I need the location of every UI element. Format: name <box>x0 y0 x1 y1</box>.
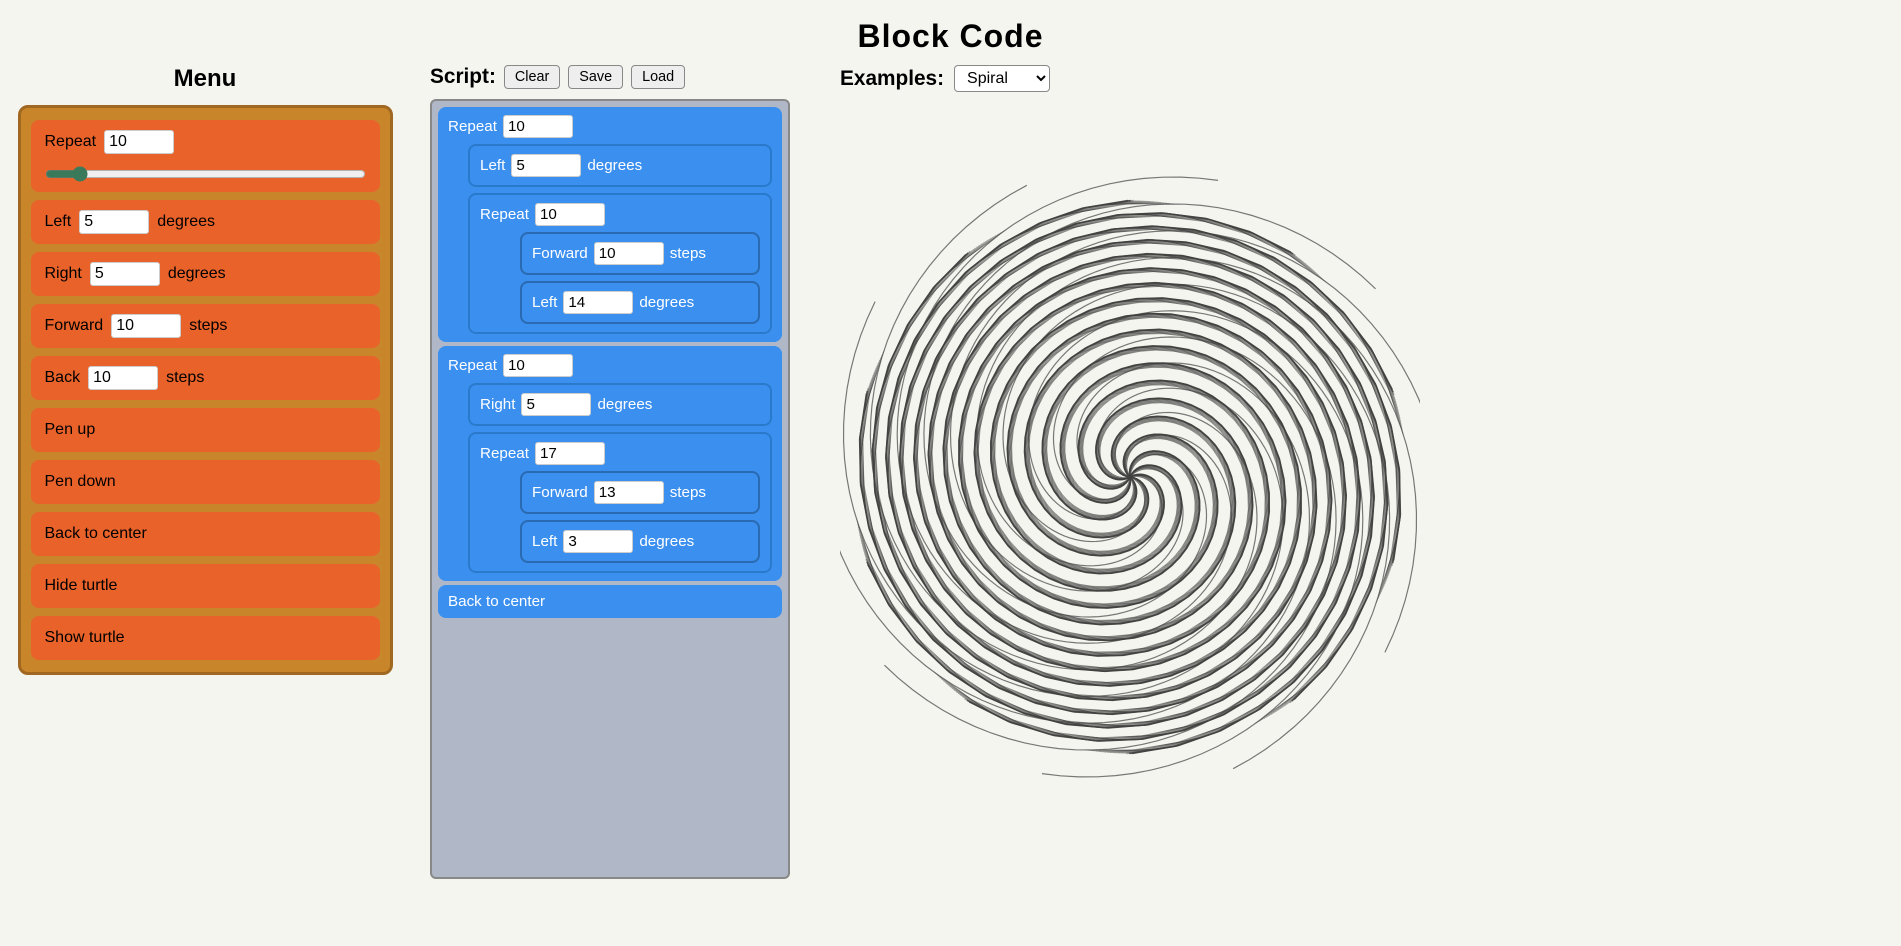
script-heading: Script: <box>430 65 496 89</box>
menu-repeat-slider[interactable] <box>45 166 366 182</box>
script-block-repeat-2: Repeat Forward steps Left <box>468 193 772 334</box>
menu-item-showturtle[interactable]: Show turtle <box>31 616 380 660</box>
script-block-repeat-1: Repeat Left degrees Repeat <box>438 107 782 342</box>
script-block-repeat-3: Repeat Right degrees Repeat <box>438 346 782 581</box>
menu-left-label: Left <box>45 213 72 231</box>
menu-pendown-label: Pen down <box>45 473 116 491</box>
menu-repeat-input[interactable] <box>104 130 174 154</box>
block-forward-2-unit: steps <box>670 484 706 501</box>
block-repeat-2-input[interactable] <box>535 203 605 226</box>
menu-right-label: Right <box>45 265 82 283</box>
menu-item-back[interactable]: Back steps <box>31 356 380 400</box>
canvas-area <box>840 102 1420 852</box>
block-right-1-input[interactable] <box>521 393 591 416</box>
block-repeat-1-label: Repeat <box>448 118 497 135</box>
examples-header: Examples: Spiral Square Triangle Star Cu… <box>840 65 1050 92</box>
block-left-1-input[interactable] <box>511 154 581 177</box>
menu-repeat-label: Repeat <box>45 133 97 151</box>
menu-forward-unit: steps <box>189 317 227 335</box>
menu-back-label: Back <box>45 369 81 387</box>
block-repeat-1-input[interactable] <box>503 115 573 138</box>
block-repeat-3-label: Repeat <box>448 357 497 374</box>
block-left-3-input[interactable] <box>563 530 633 553</box>
script-block-left-2: Left degrees <box>520 281 760 324</box>
block-repeat-2-label: Repeat <box>480 206 529 223</box>
block-left-3-label: Left <box>532 533 557 550</box>
menu-item-right[interactable]: Right degrees <box>31 252 380 296</box>
script-block-left-3: Left degrees <box>520 520 760 563</box>
block-repeat-3-input[interactable] <box>503 354 573 377</box>
spiral-visualization <box>840 102 1420 852</box>
script-block-forward-1: Forward steps <box>520 232 760 275</box>
menu-forward-input[interactable] <box>111 314 181 338</box>
load-button[interactable]: Load <box>631 65 685 89</box>
menu-panel: Menu Repeat Left degrees Right degrees <box>10 65 400 675</box>
menu-item-forward[interactable]: Forward steps <box>31 304 380 348</box>
block-repeat-4-label: Repeat <box>480 445 529 462</box>
menu-right-input[interactable] <box>90 262 160 286</box>
block-repeat-4-input[interactable] <box>535 442 605 465</box>
script-block-backtocenter[interactable]: Back to center <box>438 585 782 618</box>
menu-showturtle-label: Show turtle <box>45 629 125 647</box>
menu-item-left[interactable]: Left degrees <box>31 200 380 244</box>
block-forward-1-input[interactable] <box>594 242 664 265</box>
script-block-forward-2: Forward steps <box>520 471 760 514</box>
menu-backtocenter-label: Back to center <box>45 525 147 543</box>
examples-select[interactable]: Spiral Square Triangle Star Custom <box>954 65 1050 92</box>
script-block-left-1: Left degrees <box>468 144 772 187</box>
backtocenter-label: Back to center <box>448 593 772 610</box>
page-title: Block Code <box>0 0 1901 65</box>
menu-item-hideturtle[interactable]: Hide turtle <box>31 564 380 608</box>
script-panel: Script: Clear Save Load Repeat Left degr… <box>430 65 810 879</box>
block-left-2-label: Left <box>532 294 557 311</box>
block-left-1-label: Left <box>480 157 505 174</box>
menu-box: Repeat Left degrees Right degrees Forwar… <box>18 105 393 675</box>
menu-item-repeat[interactable]: Repeat <box>31 120 380 192</box>
block-forward-1-unit: steps <box>670 245 706 262</box>
menu-item-penup[interactable]: Pen up <box>31 408 380 452</box>
block-forward-1-label: Forward <box>532 245 588 262</box>
menu-item-backtocenter[interactable]: Back to center <box>31 512 380 556</box>
menu-forward-label: Forward <box>45 317 104 335</box>
menu-penup-label: Pen up <box>45 421 96 439</box>
menu-item-pendown[interactable]: Pen down <box>31 460 380 504</box>
save-button[interactable]: Save <box>568 65 623 89</box>
script-block-right-1: Right degrees <box>468 383 772 426</box>
block-left-1-unit: degrees <box>587 157 642 174</box>
block-right-1-label: Right <box>480 396 515 413</box>
block-forward-2-label: Forward <box>532 484 588 501</box>
examples-heading: Examples: <box>840 67 944 91</box>
script-header: Script: Clear Save Load <box>430 65 685 89</box>
script-area[interactable]: Repeat Left degrees Repeat <box>430 99 790 879</box>
block-right-1-unit: degrees <box>597 396 652 413</box>
clear-button[interactable]: Clear <box>504 65 560 89</box>
menu-left-input[interactable] <box>79 210 149 234</box>
menu-left-unit: degrees <box>157 213 215 231</box>
menu-back-unit: steps <box>166 369 204 387</box>
block-left-3-unit: degrees <box>639 533 694 550</box>
menu-right-unit: degrees <box>168 265 226 283</box>
examples-panel: Examples: Spiral Square Triangle Star Cu… <box>840 65 1891 852</box>
menu-heading: Menu <box>174 65 237 93</box>
menu-back-input[interactable] <box>88 366 158 390</box>
menu-hideturtle-label: Hide turtle <box>45 577 118 595</box>
script-block-repeat-4: Repeat Forward steps Left <box>468 432 772 573</box>
block-forward-2-input[interactable] <box>594 481 664 504</box>
block-left-2-input[interactable] <box>563 291 633 314</box>
block-left-2-unit: degrees <box>639 294 694 311</box>
